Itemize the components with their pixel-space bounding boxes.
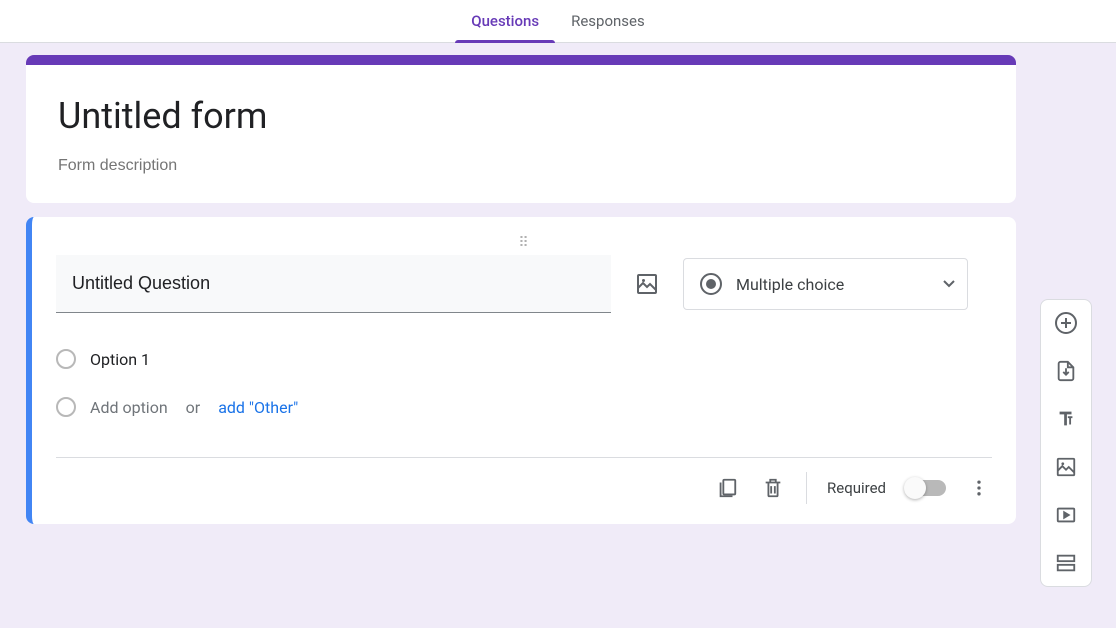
form-container: ⠿ Multiple choice Option 1 <box>26 55 1016 524</box>
delete-icon[interactable] <box>760 475 786 501</box>
divider <box>806 472 807 504</box>
option-label[interactable]: Option 1 <box>90 350 150 369</box>
chevron-down-icon <box>943 280 955 288</box>
add-question-icon[interactable] <box>1053 310 1079 336</box>
question-card: ⠿ Multiple choice Option 1 <box>26 217 1016 524</box>
form-title-input[interactable] <box>58 87 984 141</box>
add-title-icon[interactable] <box>1053 406 1079 432</box>
more-options-icon[interactable] <box>966 475 992 501</box>
radio-filled-icon <box>700 273 722 295</box>
question-type-selector[interactable]: Multiple choice <box>683 258 968 310</box>
question-type-label: Multiple choice <box>736 275 929 294</box>
drag-handle-icon[interactable]: ⠿ <box>56 235 992 255</box>
add-video-icon[interactable] <box>1053 502 1079 528</box>
required-label: Required <box>827 479 886 497</box>
duplicate-icon[interactable] <box>714 475 740 501</box>
add-option-button[interactable]: Add option <box>90 398 168 417</box>
add-option-row: Add option or add "Other" <box>56 383 992 431</box>
question-title-input[interactable] <box>56 255 611 313</box>
required-toggle[interactable] <box>906 480 946 496</box>
options-area: Option 1 Add option or add "Other" <box>56 335 992 431</box>
option-row: Option 1 <box>56 335 992 383</box>
header-tabs: Questions Responses <box>0 0 1116 43</box>
import-questions-icon[interactable] <box>1053 358 1079 384</box>
tab-questions[interactable]: Questions <box>455 0 555 43</box>
add-image-icon[interactable] <box>1053 454 1079 480</box>
form-header-card <box>26 55 1016 203</box>
content-area: ⠿ Multiple choice Option 1 <box>0 43 1116 524</box>
or-text: or <box>186 398 201 417</box>
add-other-button[interactable]: add "Other" <box>218 398 298 417</box>
side-toolbar <box>1040 299 1092 587</box>
add-image-icon[interactable] <box>635 272 659 296</box>
question-row: Multiple choice <box>56 255 992 313</box>
add-section-icon[interactable] <box>1053 550 1079 576</box>
card-footer: Required <box>56 458 992 512</box>
tab-responses[interactable]: Responses <box>555 0 661 43</box>
radio-icon <box>56 349 76 369</box>
form-description-input[interactable] <box>58 157 984 175</box>
radio-icon <box>56 397 76 417</box>
